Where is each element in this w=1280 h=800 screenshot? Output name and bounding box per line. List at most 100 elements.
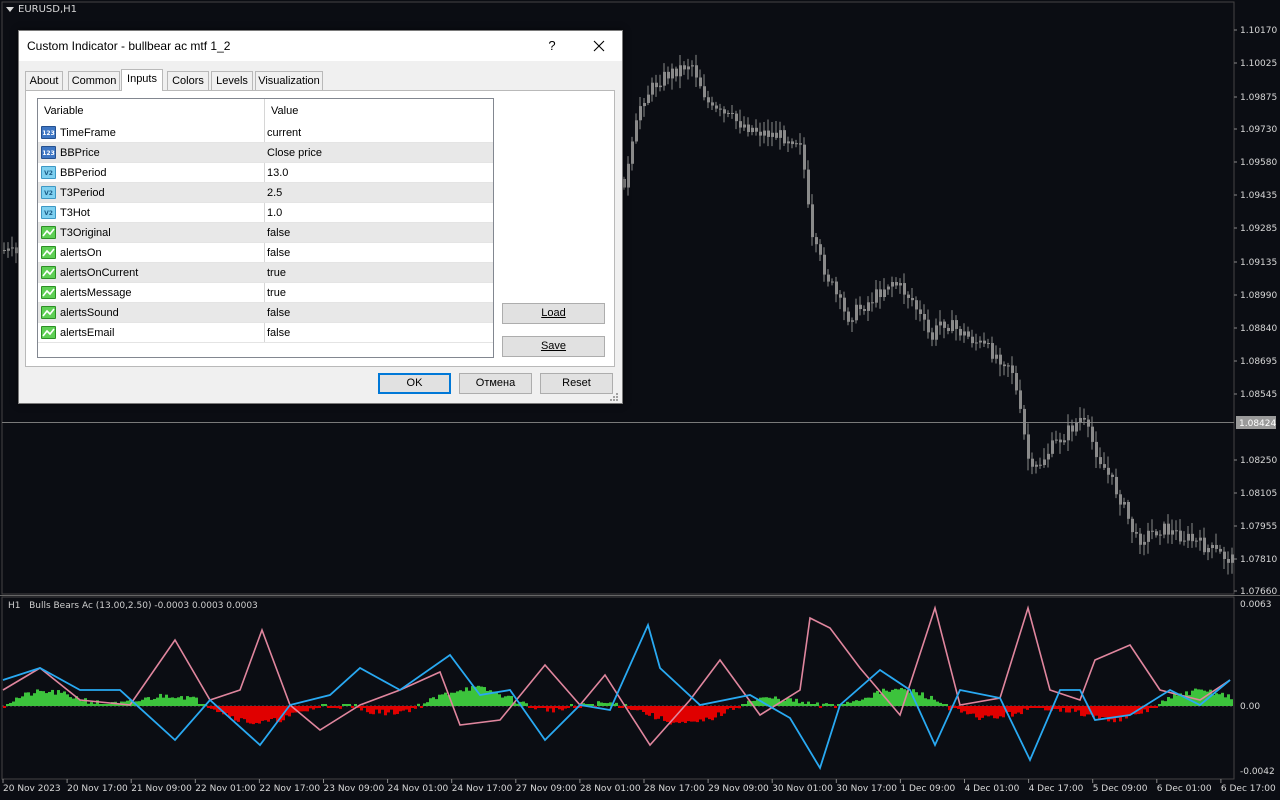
histogram-bar [1104,706,1107,718]
param-value[interactable]: 1.0 [267,207,282,219]
candle-body [675,68,678,77]
histogram-bar [372,706,375,715]
chart-window[interactable]: 1.10170 1.10025 1.09875 1.09730 1.09580 1.094… [0,0,1280,800]
save-button[interactable]: Save [502,336,605,357]
param-value[interactable]: Close price [267,147,322,159]
reset-button[interactable]: Reset [540,373,613,394]
candle-body [1051,440,1054,454]
load-button[interactable]: Load [502,303,605,324]
tab-about[interactable]: About [25,71,63,90]
histogram-bar [534,706,537,710]
param-value[interactable]: false [267,327,290,339]
tab-common[interactable]: Common [68,71,120,90]
candle-body [755,127,758,132]
dialog-titlebar[interactable]: Custom Indicator - bullbear ac mtf 1_2 ? [19,31,622,61]
table-row[interactable]: V2 T3Hot 1.0 [38,203,493,223]
candle-body [819,244,822,255]
histogram-bar [174,698,177,706]
tab-visualization[interactable]: Visualization [255,71,323,90]
histogram-bar [939,702,942,706]
histogram-bar [990,706,993,716]
histogram-bar [207,706,210,708]
histogram-bar [897,689,900,706]
histogram-bar [147,697,150,706]
histogram-bar [606,703,609,706]
candle-body [1143,541,1146,545]
param-value[interactable]: false [267,227,290,239]
candle-body [1123,501,1126,505]
help-button[interactable]: ? [537,36,567,56]
histogram-bar [621,706,624,708]
table-row[interactable]: V2 BBPeriod 13.0 [38,163,493,183]
close-button[interactable] [583,35,615,57]
table-row[interactable]: T3Original false [38,223,493,243]
param-name: TimeFrame [60,127,116,139]
load-label: Load [541,307,566,319]
candle-body [979,340,982,343]
histogram-bar [1113,706,1116,723]
table-row[interactable]: alertsEmail false [38,323,493,343]
table-row[interactable]: alertsMessage true [38,283,493,303]
param-value[interactable]: false [267,307,290,319]
histogram-bar [1080,706,1083,716]
candle-body [959,328,962,336]
histogram-bar [408,706,411,713]
histogram-bar [1062,706,1065,708]
histogram-bar [924,698,927,706]
cancel-button[interactable]: Отмена [459,373,532,394]
histogram-bar [861,699,864,706]
table-row[interactable]: 123 BBPrice Close price [38,143,493,163]
bool-type-icon [41,226,56,239]
histogram-bar [648,706,651,716]
candle-body [1047,453,1050,460]
histogram-bar [426,702,429,706]
price-tick-label: 1.09730 [1240,125,1277,135]
table-row[interactable]: alertsOn false [38,243,493,263]
value-header[interactable]: Value [271,105,298,117]
histogram-bar [597,701,600,706]
histogram-bar [465,687,468,706]
variable-header[interactable]: Variable [44,105,84,117]
tab-inputs[interactable]: Inputs [121,69,163,91]
histogram-bar [405,706,408,710]
dropdown-triangle-icon[interactable] [6,7,14,12]
table-row[interactable]: alertsOnCurrent true [38,263,493,283]
time-tick-label: 6 Dec 01:00 [1157,784,1212,794]
candle-body [851,320,854,322]
table-row[interactable]: alertsSound false [38,303,493,323]
histogram-bar [318,706,321,708]
histogram-bar [90,702,93,706]
candle-body [891,282,894,287]
param-value[interactable]: true [267,267,286,279]
param-value[interactable]: current [267,127,301,139]
param-value[interactable]: 2.5 [267,187,282,199]
ok-button[interactable]: OK [378,373,451,394]
histogram-bar [723,706,726,714]
candle-body [659,85,662,88]
param-value[interactable]: 13.0 [267,167,288,179]
candle-body [703,86,706,98]
resize-grip-icon[interactable] [610,393,619,402]
histogram-bar [387,706,390,713]
table-row[interactable]: V2 T3Period 2.5 [38,183,493,203]
histogram-bar [717,706,720,713]
histogram-bar [954,706,957,708]
histogram-bar [984,706,987,716]
histogram-bar [957,706,960,710]
param-value[interactable]: true [267,287,286,299]
table-row[interactable]: 123 TimeFrame current [38,123,493,143]
histogram-bar [237,706,240,722]
histogram-bar [429,698,432,706]
symbol-label[interactable]: EURUSD,H1 [6,4,77,15]
tab-levels[interactable]: Levels [211,71,253,90]
histogram-bar [504,696,507,706]
candle-body [911,297,914,301]
parameters-table[interactable]: Variable Value 123 TimeFrame current 123 BBP… [37,98,494,358]
double-type-icon: V2 [41,206,56,219]
custom-indicator-dialog[interactable]: Custom Indicator - bullbear ac mtf 1_2 ?… [18,30,623,404]
param-value[interactable]: false [267,247,290,259]
histogram-bar [243,706,246,720]
tab-colors[interactable]: Colors [167,71,209,90]
histogram-bar [528,706,531,708]
candle-body [1091,426,1094,442]
